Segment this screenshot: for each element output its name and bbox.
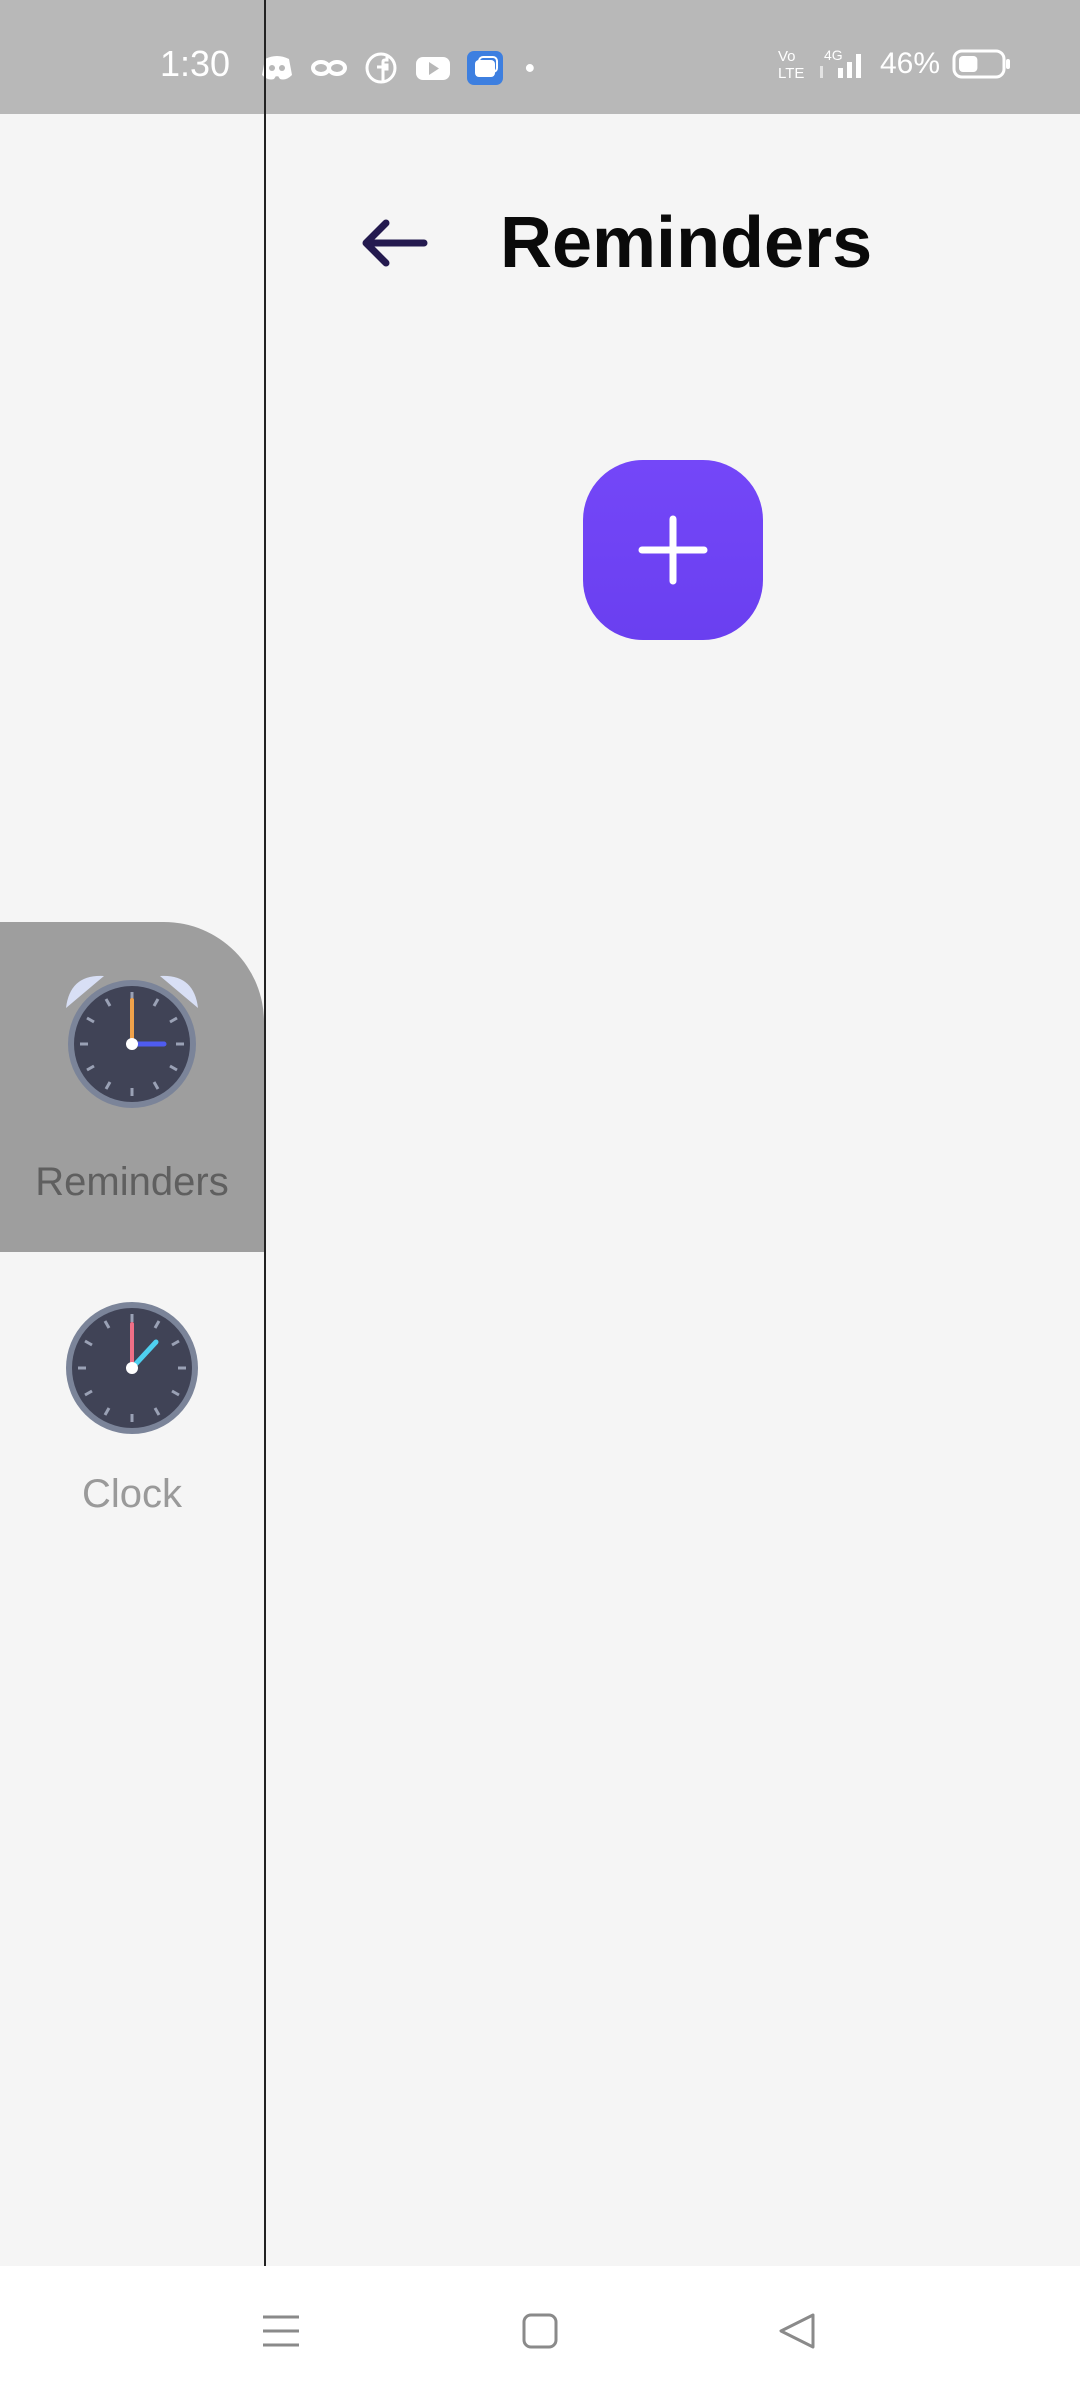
youtube-icon	[416, 57, 450, 80]
home-button[interactable]	[505, 2296, 575, 2366]
sidebar-item-label: Clock	[81, 1472, 183, 1516]
recent-apps-button[interactable]	[246, 2296, 316, 2366]
dot-icon	[525, 64, 534, 72]
app-icon	[467, 51, 503, 85]
volte-label: Vo	[778, 48, 796, 65]
page-title: Reminders	[500, 203, 873, 283]
alarm-clock-icon	[52, 964, 212, 1114]
infinity-icon	[311, 60, 347, 76]
battery-percent: 46%	[879, 47, 940, 80]
screen: 1:30 Vo LTE 4G 46% Reminders Clock Remin…	[0, 0, 1080, 2400]
back-button[interactable]	[350, 200, 436, 286]
sidebar-divider	[264, 0, 266, 2266]
system-navigation-bar	[0, 2266, 1080, 2400]
sidebar: Reminders Clock	[0, 114, 264, 2266]
battery-icon	[952, 49, 1010, 79]
status-system-icons: Vo LTE 4G 46%	[776, 44, 1012, 84]
menu-icon	[263, 2315, 299, 2347]
status-time: 1:30	[160, 43, 231, 84]
home-icon	[522, 2313, 558, 2349]
back-icon	[779, 2313, 815, 2349]
sidebar-item-clock[interactable]: Clock	[0, 1272, 264, 1532]
back-arrow-icon	[362, 219, 428, 267]
add-reminder-button[interactable]	[583, 460, 763, 640]
status-bar: 1:30 Vo LTE 4G 46%	[0, 0, 1080, 114]
sidebar-item-reminders[interactable]: Reminders	[0, 922, 264, 1252]
clock-icon	[62, 1298, 202, 1438]
signal-4g-icon: 4G	[819, 47, 861, 78]
system-back-button[interactable]	[762, 2296, 832, 2366]
plus-icon	[638, 515, 708, 585]
network-label: 4G	[824, 47, 843, 63]
facebook-icon	[365, 52, 397, 84]
status-notification-icons	[258, 48, 548, 88]
sidebar-item-label: Reminders	[35, 1160, 229, 1204]
volte-lte-label: LTE	[778, 65, 804, 82]
volte-icon: Vo LTE	[778, 48, 804, 82]
